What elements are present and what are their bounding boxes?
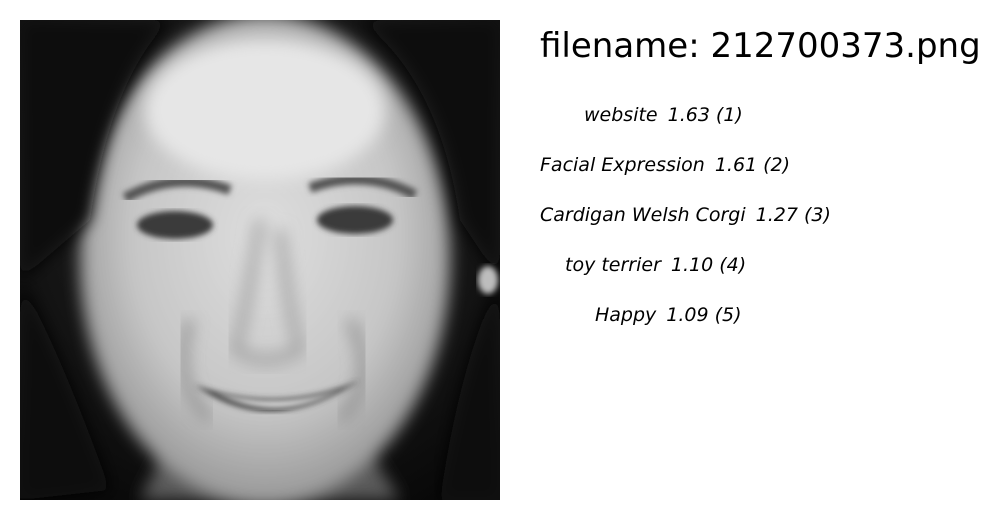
prediction-rank: (2) xyxy=(763,154,791,176)
prediction-score: 1.09 xyxy=(666,304,709,326)
prediction-score: 1.63 xyxy=(667,104,710,126)
prediction-item: Facial Expression 1.61 (2) xyxy=(540,150,790,180)
prediction-item: toy terrier 1.10 (4) xyxy=(565,250,746,280)
prediction-rank: (4) xyxy=(719,254,747,276)
prediction-rank: (1) xyxy=(715,104,743,126)
prediction-label: Happy xyxy=(595,304,657,326)
filename-value: 212700373.png xyxy=(710,26,981,66)
prediction-label: Facial Expression xyxy=(540,154,705,176)
prediction-item: Cardigan Welsh Corgi 1.27 (3) xyxy=(540,200,831,230)
face-image xyxy=(20,20,500,500)
prediction-item: website 1.63 (1) xyxy=(584,100,743,130)
prediction-item: Happy 1.09 (5) xyxy=(595,300,742,330)
prediction-label: Cardigan Welsh Corgi xyxy=(540,204,746,226)
prediction-label: toy terrier xyxy=(565,254,661,276)
face-photo xyxy=(20,20,500,500)
prediction-score: 1.27 xyxy=(755,204,798,226)
prediction-label: website xyxy=(584,104,658,126)
prediction-rank: (5) xyxy=(714,304,742,326)
filename-title: filename: 212700373.png xyxy=(540,24,981,68)
prediction-rank: (3) xyxy=(803,204,831,226)
filename-label: filename: xyxy=(540,26,700,66)
prediction-score: 1.10 xyxy=(670,254,714,276)
prediction-score: 1.61 xyxy=(714,154,758,176)
